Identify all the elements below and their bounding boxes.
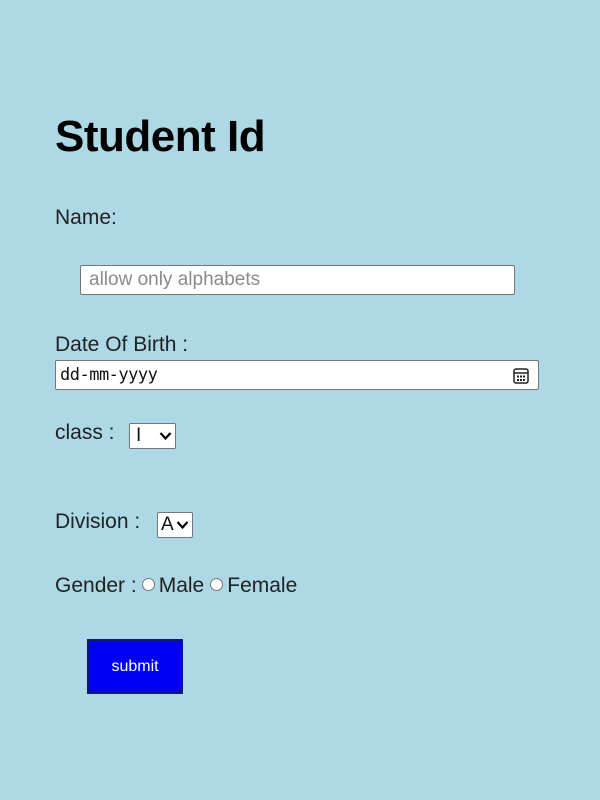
submit-button[interactable]: submit: [87, 639, 183, 694]
division-select-value: A: [161, 514, 174, 535]
gender-row: Gender : Male Female: [55, 574, 297, 598]
date-of-birth-label: Date Of Birth :: [55, 333, 189, 356]
date-of-birth-value: dd-mm-yyyy: [60, 365, 158, 385]
gender-label: Gender :: [55, 574, 137, 597]
male-label[interactable]: Male: [159, 574, 205, 598]
date-of-birth-input[interactable]: dd-mm-yyyy: [55, 360, 539, 390]
page-title: Student Id: [55, 112, 266, 161]
class-select-value: I: [136, 425, 142, 446]
class-label: class :: [55, 421, 115, 444]
female-radio[interactable]: [210, 577, 224, 591]
division-select[interactable]: A: [157, 512, 193, 538]
division-label: Division :: [55, 510, 141, 533]
chevron-down-icon: [159, 432, 172, 441]
female-label[interactable]: Female: [227, 574, 297, 598]
name-input[interactable]: [80, 265, 515, 295]
chevron-down-icon: [176, 521, 189, 530]
calendar-icon[interactable]: [513, 367, 529, 384]
name-label: Name:: [55, 206, 117, 229]
male-radio[interactable]: [141, 577, 155, 591]
class-select[interactable]: I: [129, 423, 176, 449]
